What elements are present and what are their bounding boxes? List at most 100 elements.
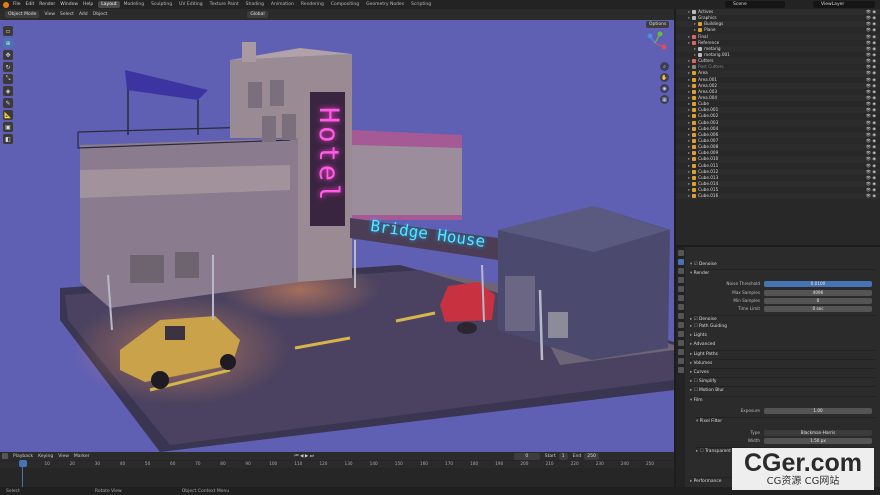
menu-file[interactable]: File <box>13 2 21 7</box>
expand-arrow-icon[interactable]: ▸ <box>688 120 690 125</box>
menu-object[interactable]: Object <box>93 12 108 17</box>
path-guiding-section[interactable]: ▸ ☐ Path Guiding <box>690 323 876 330</box>
object-tab-icon[interactable] <box>677 313 684 319</box>
playback-controls[interactable]: ⏮ ◀ ▶ ⏭ <box>294 453 313 459</box>
particles-tab-icon[interactable] <box>677 331 684 337</box>
visibility-toggle-icon[interactable]: 👁 ◉ <box>866 193 876 199</box>
outliner-panel[interactable]: ▸ Actives 👁 ◉ ▸ Graphics 👁 ◉ ▸ Buildings 👁 ◉ ▸ Pla… <box>676 9 880 245</box>
expand-arrow-icon[interactable]: ▸ <box>688 132 690 137</box>
lights-section[interactable]: ▸ Lights <box>690 332 876 339</box>
menu-playback[interactable]: Playback <box>13 454 33 459</box>
annotate-tool-icon[interactable]: ✎ <box>3 98 13 108</box>
playhead[interactable] <box>19 460 27 467</box>
world-tab-icon[interactable] <box>677 295 684 301</box>
expand-arrow-icon[interactable]: ▸ <box>688 101 690 106</box>
expand-arrow-icon[interactable]: ▸ <box>688 107 690 112</box>
rotate-tool-icon[interactable]: ↻ <box>3 62 13 72</box>
tab-animation[interactable]: Animation <box>268 1 297 8</box>
menu-window[interactable]: Window <box>60 2 78 7</box>
expand-arrow-icon[interactable]: ▸ <box>688 40 690 45</box>
3d-viewport[interactable]: Hotel Bridge House <box>0 20 674 452</box>
expand-arrow-icon[interactable]: ▸ <box>688 113 690 118</box>
max-samples-field[interactable]: 4096 <box>764 290 872 296</box>
tab-modeling[interactable]: Modeling <box>121 1 147 8</box>
end-frame-field[interactable]: 250 <box>584 452 599 460</box>
measure-tool-icon[interactable]: 📐 <box>3 110 13 120</box>
tab-scripting[interactable]: Scripting <box>408 1 434 8</box>
expand-arrow-icon[interactable]: ▸ <box>688 193 690 198</box>
expand-arrow-icon[interactable]: ▸ <box>688 163 690 168</box>
menu-select[interactable]: Select <box>60 12 74 17</box>
navigation-gizmo-icon[interactable] <box>642 30 668 56</box>
object-mode-dropdown[interactable]: Object Mode <box>5 11 40 18</box>
menu-timeline-view[interactable]: View <box>58 454 69 459</box>
filter-width-field[interactable]: 1.50 px <box>764 438 872 444</box>
light-paths-section[interactable]: ▸ Light Paths <box>690 350 876 358</box>
expand-arrow-icon[interactable]: ▸ <box>688 144 690 149</box>
tab-geometry-nodes[interactable]: Geometry Nodes <box>363 1 407 8</box>
expand-arrow-icon[interactable]: ▸ <box>688 58 690 63</box>
render-section[interactable]: ▾ Render <box>690 269 876 277</box>
expand-arrow-icon[interactable]: ▸ <box>688 34 690 39</box>
expand-arrow-icon[interactable]: ▸ <box>688 83 690 88</box>
perspective-icon[interactable]: ▦ <box>660 95 669 104</box>
curves-section[interactable]: ▸ Curves <box>690 368 876 376</box>
tab-compositing[interactable]: Compositing <box>328 1 362 8</box>
scene-tab-icon[interactable] <box>677 286 684 292</box>
denoise-section[interactable]: ▸ ☑ Denoise <box>690 315 876 323</box>
blender-logo-icon[interactable] <box>3 1 9 8</box>
current-frame-field[interactable]: 0 <box>513 452 540 460</box>
camera-tool-icon[interactable]: ◧ <box>3 134 13 144</box>
menu-edit[interactable]: Edit <box>26 2 35 7</box>
zoom-icon[interactable]: ⌕ <box>660 62 669 71</box>
timeline-editor-icon[interactable] <box>2 453 8 459</box>
menu-render[interactable]: Render <box>39 2 55 7</box>
expand-arrow-icon[interactable]: ▸ <box>688 77 690 82</box>
expand-arrow-icon[interactable]: ▸ <box>694 52 696 57</box>
time-limit-field[interactable]: 0 sec <box>764 306 872 312</box>
scale-tool-icon[interactable]: ⤡ <box>3 74 13 84</box>
expand-arrow-icon[interactable]: ▸ <box>688 15 690 20</box>
timeline-area[interactable]: 0102030405060708090100110120130140150160… <box>0 460 674 487</box>
expand-arrow-icon[interactable]: ▸ <box>688 95 690 100</box>
advanced-section[interactable]: ▸ Advanced <box>690 341 876 348</box>
select-box-tool-icon[interactable]: ▫ <box>3 26 13 36</box>
expand-arrow-icon[interactable]: ▸ <box>688 181 690 186</box>
transform-tool-icon[interactable]: ◈ <box>3 86 13 96</box>
start-frame-field[interactable]: 1 <box>558 452 568 460</box>
pan-icon[interactable]: ✋ <box>660 73 669 82</box>
options-dropdown[interactable]: Options <box>646 21 670 28</box>
expand-arrow-icon[interactable]: ▸ <box>688 138 690 143</box>
tab-texture-paint[interactable]: Texture Paint <box>207 1 242 8</box>
render-tab-icon[interactable] <box>677 259 684 265</box>
menu-marker[interactable]: Marker <box>74 454 90 459</box>
menu-help[interactable]: Help <box>83 2 93 7</box>
expand-arrow-icon[interactable]: ▸ <box>688 89 690 94</box>
tab-sculpting[interactable]: Sculpting <box>148 1 175 8</box>
tab-shading[interactable]: Shading <box>243 1 267 8</box>
expand-arrow-icon[interactable]: ▸ <box>688 187 690 192</box>
cursor-tool-icon[interactable]: ⊕ <box>3 38 13 48</box>
filter-type-dropdown[interactable]: Blackman-Harris <box>764 430 872 436</box>
camera-view-icon[interactable]: ◉ <box>660 84 669 93</box>
tab-rendering[interactable]: Rendering <box>298 1 327 8</box>
modifier-tab-icon[interactable] <box>677 322 684 328</box>
motion-blur-section[interactable]: ▸ ☐ Motion Blur <box>690 386 876 394</box>
move-tool-icon[interactable]: ✥ <box>3 50 13 60</box>
expand-arrow-icon[interactable]: ▸ <box>688 156 690 161</box>
menu-add[interactable]: Add <box>79 12 88 17</box>
volumes-section[interactable]: ▸ Volumes <box>690 359 876 367</box>
scene-selector[interactable]: Scene <box>725 1 785 8</box>
expand-arrow-icon[interactable]: ▸ <box>688 9 690 14</box>
constraints-tab-icon[interactable] <box>677 349 684 355</box>
frame-ruler[interactable]: 0102030405060708090100110120130140150160… <box>0 461 674 468</box>
menu-view[interactable]: View <box>44 12 55 17</box>
exposure-field[interactable]: 1.00 <box>764 408 872 414</box>
physics-tab-icon[interactable] <box>677 340 684 346</box>
expand-arrow-icon[interactable]: ▸ <box>688 175 690 180</box>
expand-arrow-icon[interactable]: ▸ <box>694 46 696 51</box>
denoise-top-section[interactable]: ▾ ☑ Denoise <box>690 261 876 268</box>
view-layer-tab-icon[interactable] <box>677 277 684 283</box>
expand-arrow-icon[interactable]: ▸ <box>688 64 690 69</box>
expand-arrow-icon[interactable]: ▸ <box>694 27 696 32</box>
